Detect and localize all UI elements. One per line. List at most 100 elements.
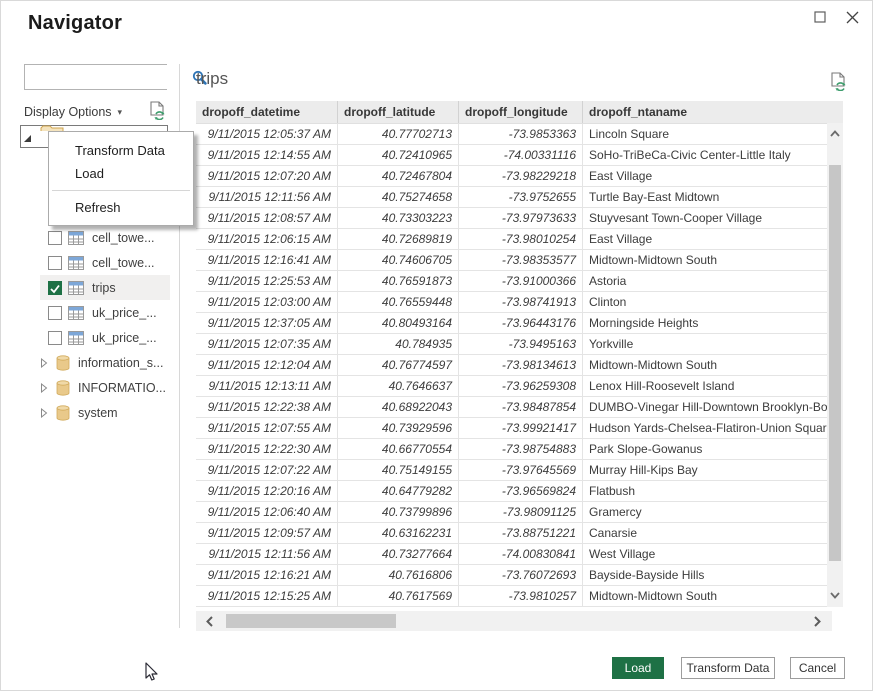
table-cell: 9/11/2015 12:07:20 AM <box>196 166 338 186</box>
table-row: 9/11/2015 12:09:57 AM40.63162231-73.8875… <box>196 523 827 544</box>
tree-item-informatio-[interactable]: INFORMATIO... <box>20 375 170 400</box>
scroll-right-icon[interactable] <box>808 611 826 631</box>
table-cell: 9/11/2015 12:07:55 AM <box>196 418 338 438</box>
vertical-scroll-thumb[interactable] <box>829 165 841 561</box>
column-header-dropoff_ntaname[interactable]: dropoff_ntaname <box>583 101 843 123</box>
table-cell: 40.63162231 <box>338 523 459 543</box>
navigator-dialog: Navigator Display Options ▾ cell_towe...… <box>0 0 873 691</box>
scroll-left-icon[interactable] <box>200 611 218 631</box>
table-cell: -73.98091125 <box>459 502 583 522</box>
column-header-dropoff_longitude[interactable]: dropoff_longitude <box>459 101 583 123</box>
menu-separator <box>52 190 190 191</box>
horizontal-scroll-thumb[interactable] <box>226 614 396 628</box>
expanded-arrow-icon[interactable] <box>23 134 32 143</box>
expand-chevron-icon[interactable] <box>40 383 48 393</box>
table-cell: -74.00830841 <box>459 544 583 564</box>
vertical-scrollbar[interactable] <box>827 123 843 607</box>
display-options-row: Display Options ▾ <box>24 101 167 123</box>
table-row: 9/11/2015 12:05:37 AM40.77702713-73.9853… <box>196 124 827 145</box>
tree-item-uk-price-[interactable]: uk_price_... <box>20 325 170 350</box>
refresh-table-icon[interactable] <box>831 72 848 96</box>
navigator-tree: cell_towe...cell_towe...cell_towe...trip… <box>20 200 170 425</box>
table-cell: Lenox Hill-Roosevelt Island <box>583 376 827 396</box>
table-cell: Clinton <box>583 292 827 312</box>
table-cell: Canarsie <box>583 523 827 543</box>
table-cell: Hudson Yards-Chelsea-Flatiron-Union Squa… <box>583 418 827 438</box>
table-cell: -73.98754883 <box>459 439 583 459</box>
refresh-preview-icon[interactable] <box>150 101 167 123</box>
column-header-dropoff_datetime[interactable]: dropoff_datetime <box>196 101 338 123</box>
menu-item-load[interactable]: Load <box>49 162 193 185</box>
table-body: 9/11/2015 12:05:37 AM40.77702713-73.9853… <box>196 123 827 607</box>
table-row: 9/11/2015 12:16:41 AM40.74606705-73.9835… <box>196 250 827 271</box>
scroll-down-icon[interactable] <box>827 587 843 603</box>
tree-item-label: cell_towe... <box>92 256 155 270</box>
horizontal-scrollbar[interactable] <box>196 611 832 631</box>
table-cell: 9/11/2015 12:06:15 AM <box>196 229 338 249</box>
checkbox[interactable] <box>48 306 62 320</box>
transform-data-button[interactable]: Transform Data <box>681 657 775 679</box>
expand-chevron-icon[interactable] <box>40 408 48 418</box>
table-cell: -73.9810257 <box>459 586 583 606</box>
tree-item-system[interactable]: system <box>20 400 170 425</box>
menu-item-transform-data[interactable]: Transform Data <box>49 139 193 162</box>
table-row: 9/11/2015 12:03:00 AM40.76559448-73.9874… <box>196 292 827 313</box>
tree-item-label: information_s... <box>78 356 163 370</box>
table-cell: 9/11/2015 12:07:22 AM <box>196 460 338 480</box>
table-cell: 40.72410965 <box>338 145 459 165</box>
table-row: 9/11/2015 12:16:21 AM40.7616806-73.76072… <box>196 565 827 586</box>
table-cell: 40.68922043 <box>338 397 459 417</box>
table-cell: -73.98741913 <box>459 292 583 312</box>
table-cell: 9/11/2015 12:37:05 AM <box>196 313 338 333</box>
table-cell: 40.784935 <box>338 334 459 354</box>
table-cell: Astoria <box>583 271 827 291</box>
table-cell: 40.72689819 <box>338 229 459 249</box>
tree-item-trips[interactable]: trips <box>20 275 170 300</box>
checkmark-icon <box>49 283 61 295</box>
expand-chevron-icon[interactable] <box>40 358 48 368</box>
table-icon <box>68 256 84 270</box>
table-cell: 40.76774597 <box>338 355 459 375</box>
table-cell: 9/11/2015 12:11:56 AM <box>196 187 338 207</box>
cancel-button[interactable]: Cancel <box>790 657 845 679</box>
checkbox[interactable] <box>48 231 62 245</box>
display-options-dropdown[interactable]: Display Options <box>24 105 112 119</box>
tree-item-cell-towe-[interactable]: cell_towe... <box>20 225 170 250</box>
close-button[interactable] <box>839 6 865 28</box>
table-icon <box>68 281 84 295</box>
table-cell: -73.96443176 <box>459 313 583 333</box>
table-cell: -73.98487854 <box>459 397 583 417</box>
table-row: 9/11/2015 12:07:20 AM40.72467804-73.9822… <box>196 166 827 187</box>
tree-item-uk-price-[interactable]: uk_price_... <box>20 300 170 325</box>
table-cell: Lincoln Square <box>583 124 827 144</box>
tree-item-label: trips <box>92 281 116 295</box>
table-cell: Midtown-Midtown South <box>583 355 827 375</box>
expand-chevron-icon <box>40 383 48 393</box>
expand-chevron-icon <box>40 358 48 368</box>
tree-item-information-s-[interactable]: information_s... <box>20 350 170 375</box>
checkbox[interactable] <box>48 331 62 345</box>
table-row: 9/11/2015 12:08:57 AM40.73303223-73.9797… <box>196 208 827 229</box>
scroll-up-icon[interactable] <box>827 125 843 141</box>
table-cell: 9/11/2015 12:08:57 AM <box>196 208 338 228</box>
tree-item-cell-towe-[interactable]: cell_towe... <box>20 250 170 275</box>
checkbox[interactable] <box>48 281 62 295</box>
search-input[interactable] <box>25 65 192 89</box>
table-cell: 40.73303223 <box>338 208 459 228</box>
table-cell: 9/11/2015 12:25:53 AM <box>196 271 338 291</box>
table-cell: -73.98010254 <box>459 229 583 249</box>
checkbox[interactable] <box>48 256 62 270</box>
column-header-dropoff_latitude[interactable]: dropoff_latitude <box>338 101 459 123</box>
table-cell: 9/11/2015 12:16:21 AM <box>196 565 338 585</box>
table-cell: 40.73929596 <box>338 418 459 438</box>
table-cell: 40.7617569 <box>338 586 459 606</box>
table-cell: Yorkville <box>583 334 827 354</box>
maximize-button[interactable] <box>807 6 833 28</box>
table-cell: 40.77702713 <box>338 124 459 144</box>
load-button[interactable]: Load <box>612 657 664 679</box>
table-cell: Gramercy <box>583 502 827 522</box>
mouse-cursor <box>144 662 160 684</box>
menu-item-refresh[interactable]: Refresh <box>49 196 193 219</box>
table-cell: Morningside Heights <box>583 313 827 333</box>
tree-item-label: uk_price_... <box>92 306 157 320</box>
